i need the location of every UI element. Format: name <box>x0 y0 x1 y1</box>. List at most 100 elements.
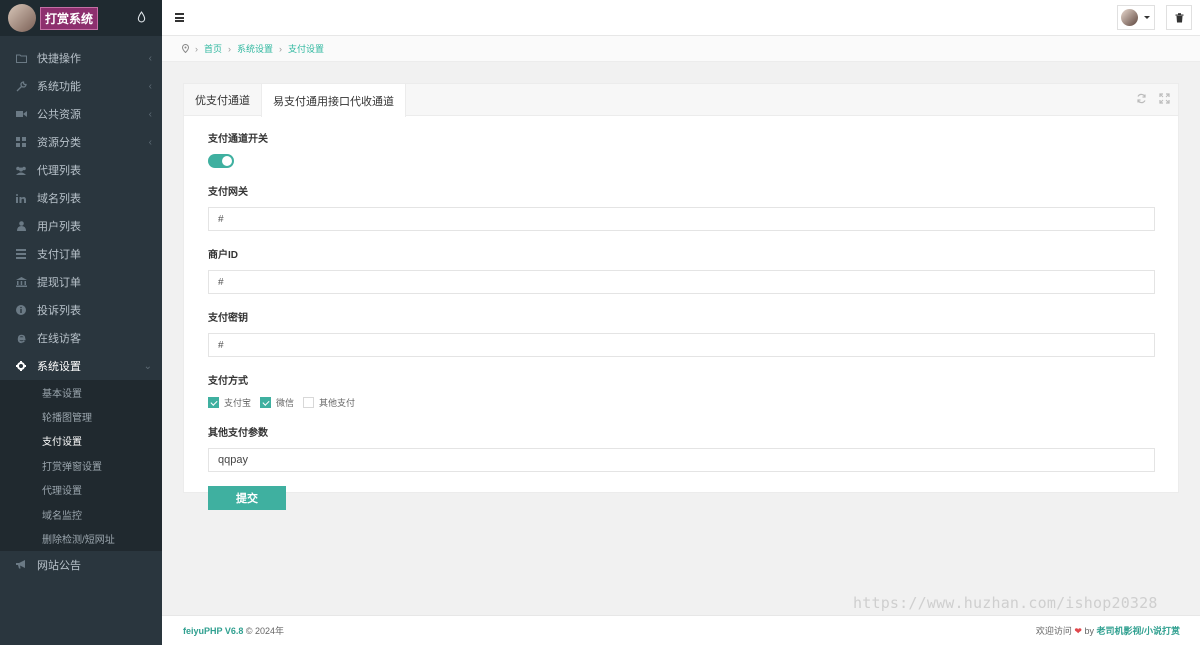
methods-checkboxes: 支付宝 微信 其他支付 <box>208 396 1154 409</box>
sidebar-item[interactable]: 投诉列表 <box>0 296 162 324</box>
gateway-input[interactable]: # <box>208 207 1155 231</box>
avatar-logo <box>8 4 36 32</box>
key-group: 支付密钥 # <box>208 309 1155 357</box>
checkbox-other[interactable] <box>303 397 315 408</box>
submenu-item[interactable]: 支付设置 <box>0 429 162 453</box>
sidebar-item-label: 在线访客 <box>37 333 81 345</box>
method-alipay[interactable]: 支付宝 <box>208 396 251 409</box>
submenu-item[interactable]: 基本设置 <box>0 380 162 404</box>
checkbox-label: 微信 <box>276 398 295 408</box>
breadcrumb-separator: › <box>195 43 198 54</box>
breadcrumb-separator: › <box>279 43 283 54</box>
sidebar-item[interactable]: 在线访客 <box>0 324 162 352</box>
sidebar-item-label: 域名列表 <box>37 193 81 205</box>
sidebar-item[interactable]: 网站公告 <box>0 551 162 579</box>
wrench-icon <box>15 80 27 92</box>
tab-bar: 优支付通道 易支付通用接口代收通道 <box>184 84 1178 117</box>
sidebar-item-label: 用户列表 <box>37 221 81 233</box>
other-params-label: 其他支付参数 <box>208 428 268 439</box>
breadcrumb-separator: › <box>228 43 232 54</box>
sidebar-item-label: 支付订单 <box>37 249 81 261</box>
checkbox-label: 其他支付 <box>319 398 356 408</box>
sidebar-item-label: 系统设置 <box>37 361 81 373</box>
switch-knob <box>222 156 232 166</box>
submenu-item[interactable]: 删除检测/短网址 <box>0 526 162 550</box>
sidebar-item[interactable]: 资源分类 ‹ <box>0 128 162 156</box>
footer-brand[interactable]: feiyuPHP V6.8 <box>183 626 243 636</box>
sidebar: 打赏系统 快捷操作 ‹ 系统功能 ‹ 公共资源 ‹ 资源分类 ‹ 代理列表 域名列表 用户列表 支付订… <box>0 0 162 645</box>
chevron-down-icon: ⌄ <box>143 361 152 372</box>
checkbox-wechat[interactable] <box>260 397 272 408</box>
sidebar-item[interactable]: 用户列表 <box>0 212 162 240</box>
secret-key-input[interactable]: # <box>208 333 1155 357</box>
sidebar-item[interactable]: 提现订单 <box>0 268 162 296</box>
footer-left: feiyuPHP V6.8 © 2024年 <box>183 624 284 637</box>
switch-group: 支付通道开关 <box>208 130 1154 168</box>
clear-cache-button[interactable] <box>1166 5 1192 30</box>
sidebar-item-label: 快捷操作 <box>37 53 81 65</box>
fullscreen-icon[interactable] <box>1159 93 1170 104</box>
checkbox-label: 支付宝 <box>224 398 252 408</box>
footer-right: 欢迎访问 ❤ by 老司机影视/小说打赏 <box>1036 624 1180 637</box>
sidebar-item-label: 系统功能 <box>37 81 81 93</box>
settings-submenu: 基本设置 轮播图管理 支付设置 打赏弹窗设置 代理设置 域名监控 删除检测/短网址 <box>0 380 162 551</box>
linkedin-icon <box>15 192 27 204</box>
tab-epay[interactable]: 易支付通用接口代收通道 <box>261 84 406 117</box>
breadcrumb-current[interactable]: 支付设置 <box>288 42 324 55</box>
chevron-left-icon: ‹ <box>148 137 152 148</box>
sidebar-item[interactable]: 系统设置 ⌄ <box>0 352 162 380</box>
tab-label: 优支付通道 <box>195 95 250 107</box>
sidebar-item-label: 提现订单 <box>37 277 81 289</box>
breadcrumb-home[interactable]: 首页 <box>204 42 222 55</box>
footer-copyright: © 2024年 <box>245 626 285 636</box>
submenu-item[interactable]: 轮播图管理 <box>0 404 162 428</box>
breadcrumb: › 首页 › 系统设置 › 支付设置 <box>162 36 1200 62</box>
droplet-icon[interactable] <box>137 11 146 23</box>
submenu-item[interactable]: 打赏弹窗设置 <box>0 453 162 477</box>
footer-author[interactable]: 老司机影视/小说打赏 <box>1096 626 1180 636</box>
merchant-id-input[interactable]: # <box>208 270 1155 294</box>
switch-label: 支付通道开关 <box>208 134 268 145</box>
other-params-group: 其他支付参数 qqpay <box>208 424 1155 472</box>
breadcrumb-section[interactable]: 系统设置 <box>237 42 273 55</box>
folder-icon <box>15 52 27 64</box>
sidebar-item[interactable]: 快捷操作 ‹ <box>0 44 162 72</box>
checkbox-alipay[interactable] <box>208 397 219 408</box>
refresh-icon[interactable] <box>1136 93 1147 104</box>
brand-bar: 打赏系统 <box>0 0 162 36</box>
sidebar-item[interactable]: 系统功能 ‹ <box>0 72 162 100</box>
user-menu-button[interactable] <box>1117 5 1155 30</box>
key-label: 支付密钥 <box>208 313 248 324</box>
map-marker-icon <box>182 44 189 53</box>
submenu-item[interactable]: 域名监控 <box>0 502 162 526</box>
sidebar-item-label: 公共资源 <box>37 109 81 121</box>
chevron-down-icon <box>1144 16 1150 19</box>
chevron-left-icon: ‹ <box>148 53 152 64</box>
menu-toggle-icon[interactable] <box>175 13 184 22</box>
submenu-item[interactable]: 代理设置 <box>0 478 162 502</box>
merchant-group: 商户ID # <box>208 246 1155 294</box>
submit-button[interactable]: 提交 <box>208 486 286 510</box>
tab-label: 易支付通用接口代收通道 <box>273 95 394 108</box>
bank-icon <box>15 276 27 288</box>
list-icon <box>15 248 27 260</box>
ie-icon <box>15 332 27 344</box>
channel-switch[interactable] <box>208 154 234 168</box>
gear-icon <box>15 360 27 372</box>
sidebar-item[interactable]: 公共资源 ‹ <box>0 100 162 128</box>
footer-welcome: 欢迎访问 <box>1035 626 1072 636</box>
sidebar-item-label: 网站公告 <box>37 559 81 572</box>
other-params-input[interactable]: qqpay <box>208 448 1155 472</box>
merchant-label: 商户ID <box>208 250 238 261</box>
sidebar-item[interactable]: 代理列表 <box>0 156 162 184</box>
sidebar-item[interactable]: 支付订单 <box>0 240 162 268</box>
sidebar-item[interactable]: 域名列表 <box>0 184 162 212</box>
method-other[interactable]: 其他支付 <box>303 396 355 409</box>
settings-form: 支付通道开关 支付网关 # 商户ID # 支付密钥 # 支付方式 支付宝 微信 … <box>184 116 1178 510</box>
method-wechat[interactable]: 微信 <box>260 396 294 409</box>
topbar <box>162 0 1200 36</box>
video-icon <box>15 108 27 120</box>
tab-youpay[interactable]: 优支付通道 <box>184 84 261 116</box>
sidebar-item-label: 投诉列表 <box>37 305 81 317</box>
app-title: 打赏系统 <box>40 6 99 30</box>
